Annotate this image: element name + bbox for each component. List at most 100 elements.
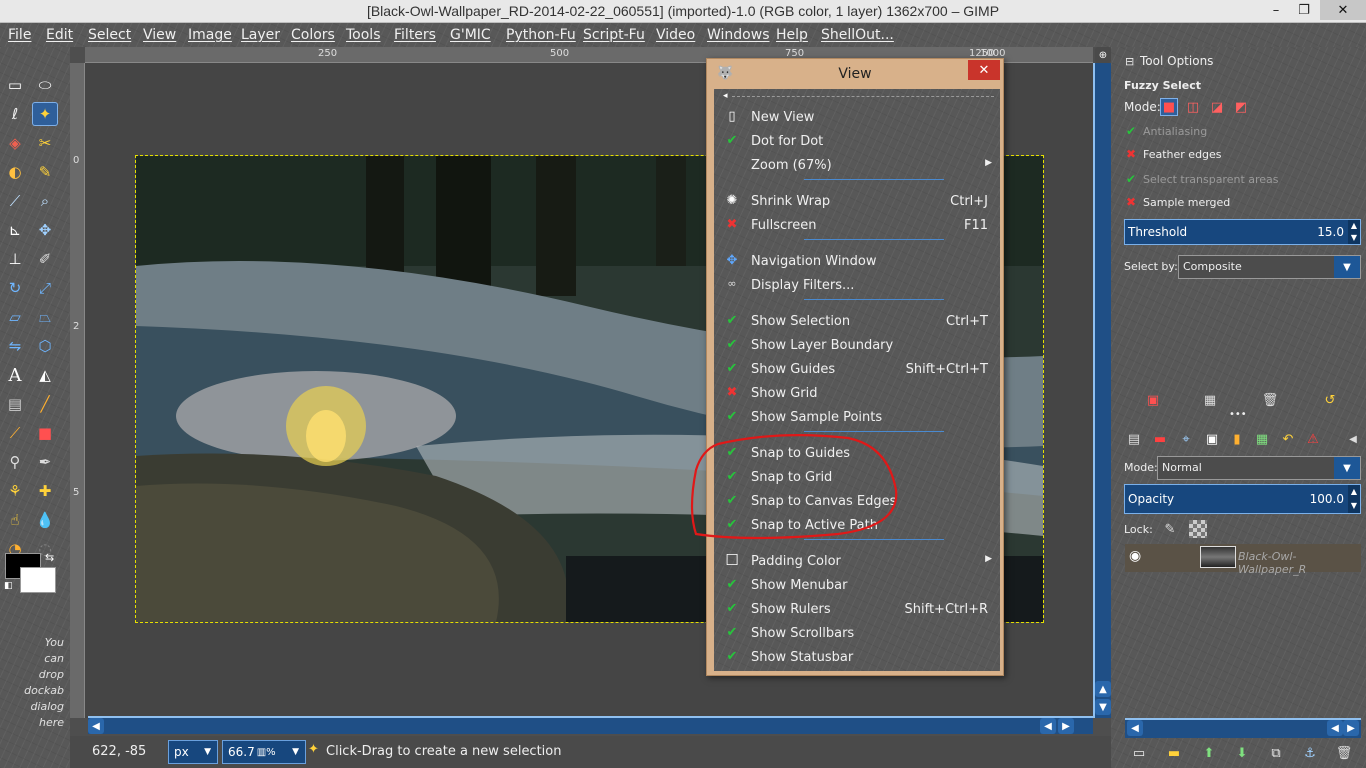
smudge-icon[interactable]: ☝ (2, 508, 28, 532)
mode-add-icon[interactable]: ◫ (1184, 98, 1202, 116)
paths-icon[interactable]: ✎ (32, 160, 58, 184)
menu-item-zoom[interactable]: Zoom (67%) ▶ (714, 154, 1000, 178)
threshold-spin-icon[interactable]: ▲ ▼ (1348, 220, 1360, 244)
close-window-button[interactable]: ✕ (1320, 0, 1366, 20)
flip-icon[interactable]: ⇋ (2, 334, 28, 358)
scroll-left-arrow-end[interactable]: ◀ (1327, 720, 1343, 736)
dock-separator-dots[interactable]: ••• (1229, 409, 1247, 420)
heal-icon[interactable]: ✚ (32, 479, 58, 503)
sample-merged-label[interactable]: Sample merged (1143, 196, 1230, 209)
menu-item-show-guides[interactable]: ✔ Show Guides Shift+Ctrl+T (714, 358, 1000, 382)
menu-item-display-filters[interactable]: ∞ Display Filters... (714, 274, 1000, 298)
blend-icon[interactable]: ▤ (2, 392, 28, 416)
restore-options-icon[interactable]: ▦ (1201, 391, 1219, 409)
menu-gmic[interactable]: G'MIC (450, 27, 491, 43)
menu-tools[interactable]: Tools (346, 27, 381, 43)
clone-icon[interactable]: ⚘ (2, 479, 28, 503)
lock-alpha-icon[interactable] (1189, 520, 1207, 538)
menu-help[interactable]: Help (776, 27, 808, 43)
swap-colors-icon[interactable]: ⇆ (45, 551, 54, 564)
tear-off-line[interactable] (732, 96, 994, 106)
save-options-icon[interactable]: ▣ (1144, 391, 1162, 409)
menu-item-show-selection[interactable]: ✔ Show Selection Ctrl+T (714, 310, 1000, 334)
menu-item-show-sample-points[interactable]: ✔ Show Sample Points (714, 406, 1000, 430)
perspective-icon[interactable]: ⏢ (32, 305, 58, 329)
menu-edit[interactable]: Edit (46, 27, 73, 43)
menu-colors[interactable]: Colors (291, 27, 335, 43)
lower-layer-icon[interactable]: ⬇ (1233, 744, 1251, 762)
bucket-fill-icon[interactable]: ◭ (32, 363, 58, 387)
menu-image[interactable]: Image (188, 27, 232, 43)
menu-item-show-menubar[interactable]: ✔ Show Menubar (714, 574, 1000, 598)
align-icon[interactable]: ⊥ (2, 247, 28, 271)
lock-pixels-icon[interactable]: ✎ (1161, 520, 1179, 538)
menu-select[interactable]: Select (88, 27, 131, 43)
menu-file[interactable]: File (8, 27, 31, 43)
channels-tab-icon[interactable]: ▬ (1151, 430, 1169, 448)
free-select-icon[interactable]: ℓ (2, 102, 28, 126)
text-tool-icon[interactable]: A (2, 363, 28, 387)
scissors-select-icon[interactable]: ✂ (32, 131, 58, 155)
scroll-right-arrow[interactable]: ▶ (1058, 718, 1074, 734)
unit-select[interactable]: px ▼ (168, 740, 218, 764)
layer-name[interactable]: Black-Owl-Wallpaper_R (1238, 550, 1361, 576)
color-select-icon[interactable]: ◈ (2, 131, 28, 155)
vertical-scrollbar[interactable]: ⊕ ▲ ▼ (1093, 47, 1111, 718)
ink-icon[interactable]: ✒ (32, 450, 58, 474)
select-transparent-label[interactable]: Select transparent areas (1143, 173, 1279, 186)
mode-replace-icon[interactable]: ■ (1160, 98, 1178, 116)
menu-item-show-statusbar[interactable]: ✔ Show Statusbar (714, 646, 1000, 670)
shear-icon[interactable]: ▱ (2, 305, 28, 329)
layer-row[interactable]: ◉ Black-Owl-Wallpaper_R (1125, 544, 1361, 576)
zoom-icon[interactable]: ⌕ (32, 189, 58, 213)
threshold-slider[interactable]: Threshold 15.0 ▲ ▼ (1124, 219, 1361, 245)
menu-windows[interactable]: Windows (707, 27, 770, 43)
layers-tab-icon[interactable]: ▤ (1125, 430, 1143, 448)
delete-options-icon[interactable]: 🗑 (1261, 391, 1279, 409)
mode-subtract-icon[interactable]: ◪ (1208, 98, 1226, 116)
mode-intersect-icon[interactable]: ◩ (1232, 98, 1250, 116)
scale-icon[interactable]: ⤢ (32, 276, 58, 300)
menu-script-fu[interactable]: Script-Fu (583, 27, 645, 43)
menu-item-show-grid[interactable]: ✖ Show Grid (714, 382, 1000, 406)
background-color-swatch[interactable] (20, 567, 56, 593)
anchor-layer-icon[interactable]: ⚓ (1301, 744, 1319, 762)
cross-icon[interactable]: ✖ (1126, 195, 1136, 209)
crop-icon[interactable]: ✐ (32, 247, 58, 271)
check-icon[interactable]: ✔ (1126, 124, 1136, 138)
antialiasing-label[interactable]: Antialiasing (1143, 125, 1207, 138)
fuzzy-select-icon[interactable]: ✦ (32, 102, 58, 126)
rotate-icon[interactable]: ↻ (2, 276, 28, 300)
menu-python-fu[interactable]: Python-Fu (506, 27, 576, 43)
gradient-tab-icon[interactable]: ▦ (1253, 430, 1271, 448)
menu-item-show-rulers[interactable]: ✔ Show Rulers Shift+Ctrl+R (714, 598, 1000, 622)
airbrush-icon[interactable]: ⚲ (2, 450, 28, 474)
vertical-ruler[interactable]: 0 2 5 (70, 63, 85, 718)
opacity-spin-icon[interactable]: ▲ ▼ (1348, 485, 1360, 513)
scroll-left-arrow[interactable]: ◀ (88, 718, 104, 734)
menu-shellout[interactable]: ShellOut... (821, 27, 894, 43)
maximize-button[interactable]: ❐ (1290, 0, 1318, 20)
scroll-down-arrow[interactable]: ▼ (1095, 699, 1111, 715)
paintbrush-icon[interactable]: ⟋ (2, 421, 28, 445)
select-by-dropdown[interactable]: Composite ▼ (1178, 255, 1361, 279)
histogram-tab-icon[interactable]: ▮ (1228, 430, 1246, 448)
close-icon[interactable]: ✕ (968, 60, 1000, 80)
color-picker-icon[interactable]: ⟋ (2, 189, 28, 213)
menu-filters[interactable]: Filters (394, 27, 436, 43)
menu-item-shrink-wrap[interactable]: ✺ Shrink Wrap Ctrl+J (714, 190, 1000, 214)
convolve-icon[interactable]: 💧 (32, 508, 58, 532)
move-icon[interactable]: ✥ (32, 218, 58, 242)
minimize-button[interactable]: – (1262, 0, 1290, 20)
menu-item-show-layer-boundary[interactable]: ✔ Show Layer Boundary (714, 334, 1000, 358)
cross-icon[interactable]: ✖ (1126, 147, 1136, 161)
rect-select-icon[interactable]: ▭ (2, 73, 28, 97)
menu-item-dot-for-dot[interactable]: ✔ Dot for Dot (714, 130, 1000, 154)
paths-tab-icon[interactable]: ⌖ (1177, 430, 1195, 448)
scroll-right-arrow[interactable]: ▶ (1343, 720, 1359, 736)
layers-scrollbar[interactable]: ◀ ◀ ▶ (1125, 718, 1361, 738)
tear-off-arrow-icon[interactable]: ◂ (723, 91, 728, 101)
menu-layer[interactable]: Layer (241, 27, 280, 43)
new-layer-icon[interactable]: ▭ (1130, 744, 1148, 762)
duplicate-layer-icon[interactable]: ⧉ (1267, 744, 1285, 762)
